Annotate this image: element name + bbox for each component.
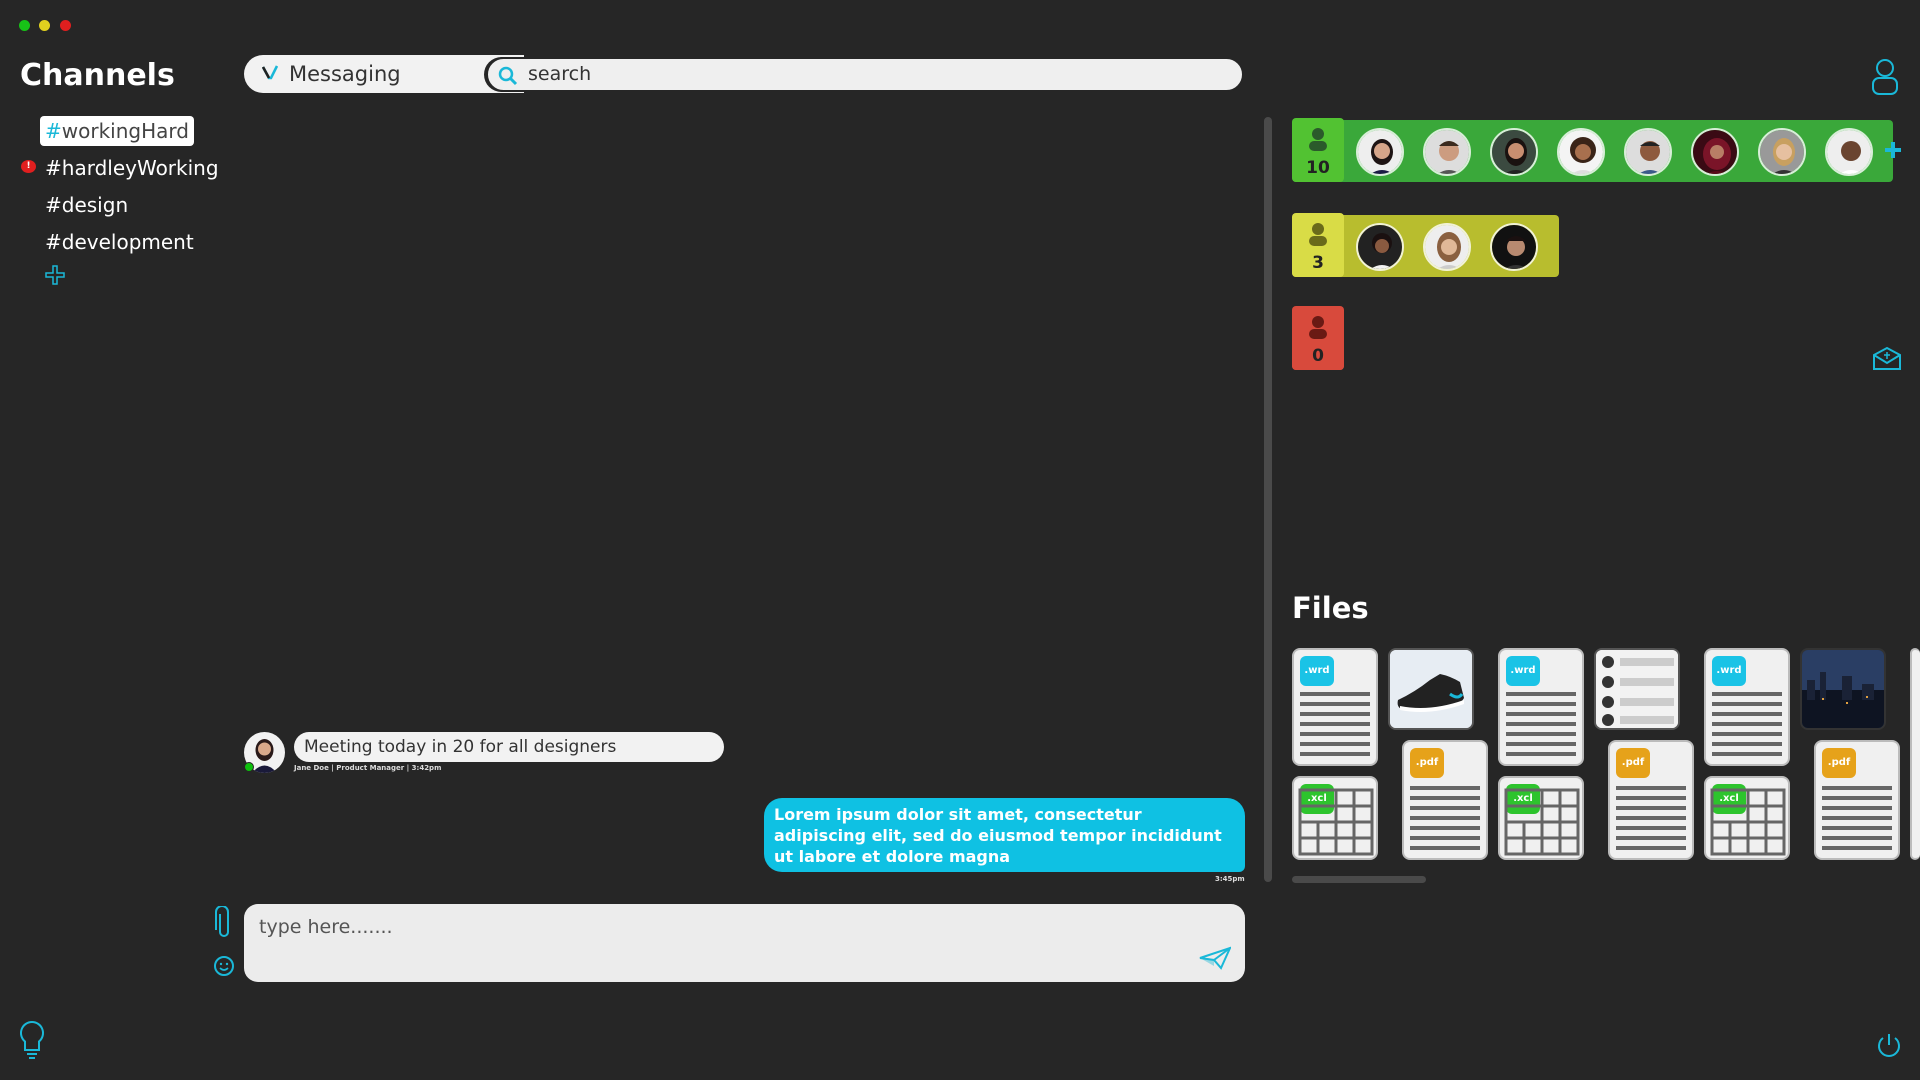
pdf-file[interactable]: .pdf	[1814, 740, 1900, 860]
excel-file[interactable]: .xcl	[1292, 776, 1378, 860]
v-logo-icon	[261, 64, 279, 84]
paperclip-icon[interactable]	[214, 905, 234, 944]
online-status-dot	[244, 762, 254, 772]
power-icon[interactable]	[1876, 1032, 1902, 1064]
files-scrollbar[interactable]	[1292, 876, 1426, 883]
files-title: Files	[1292, 591, 1369, 625]
channel-hardleyWorking[interactable]: #hardleyWorking	[40, 153, 224, 183]
file-partial[interactable]	[1910, 648, 1920, 860]
minimize-dot[interactable]	[39, 20, 50, 31]
avatar[interactable]	[1758, 128, 1806, 176]
online-count: 10	[1306, 158, 1330, 178]
outgoing-message: Lorem ipsum dolor sit amet, consectetur …	[764, 798, 1245, 872]
file-type-tag: .pdf	[1822, 748, 1856, 778]
file-type-tag: .pdf	[1616, 748, 1650, 778]
image-file-contacts[interactable]	[1594, 648, 1680, 730]
file-type-tag: .wrd	[1712, 656, 1746, 686]
image-file-city[interactable]	[1800, 648, 1886, 730]
message-time: 3:45pm	[1215, 875, 1245, 883]
avatar[interactable]	[1691, 128, 1739, 176]
channel-hash: #	[45, 193, 62, 217]
user-profile-icon[interactable]	[1870, 58, 1900, 100]
word-file[interactable]: .wrd	[1292, 648, 1378, 766]
search-placeholder: search	[528, 63, 592, 85]
file-type-tag: .wrd	[1300, 656, 1334, 686]
incoming-message: Meeting today in 20 for all designers	[294, 732, 724, 762]
plus-icon[interactable]	[44, 264, 66, 290]
avatar[interactable]	[1825, 128, 1873, 176]
avatar[interactable]	[1356, 128, 1404, 176]
avatar[interactable]	[1624, 128, 1672, 176]
offline-group: 0	[1292, 306, 1344, 370]
online-group: 10	[1292, 118, 1893, 182]
message-input[interactable]: type here.......	[244, 904, 1245, 982]
excel-file[interactable]: .xcl	[1704, 776, 1790, 860]
close-dot[interactable]	[60, 20, 71, 31]
chat-scrollbar[interactable]	[1264, 117, 1272, 882]
away-count: 3	[1312, 253, 1324, 273]
word-file[interactable]: .wrd	[1704, 648, 1790, 766]
avatar[interactable]	[1490, 223, 1538, 271]
channel-workingHard[interactable]: #workingHard	[40, 116, 194, 146]
search-input[interactable]: search	[486, 57, 1244, 92]
channel-design[interactable]: #design	[40, 190, 133, 220]
file-type-tag: .pdf	[1410, 748, 1444, 778]
channels-title: Channels	[20, 58, 175, 93]
offline-count: 0	[1312, 346, 1324, 366]
offline-count-badge[interactable]: 0	[1292, 306, 1344, 370]
channel-development[interactable]: #development	[40, 227, 199, 257]
channel-hash: #	[45, 119, 62, 143]
unread-badge: !	[21, 160, 36, 173]
word-file[interactable]: .wrd	[1498, 648, 1584, 766]
file-type-tag: .wrd	[1506, 656, 1540, 686]
app-label: Messaging	[244, 55, 524, 93]
excel-file[interactable]: .xcl	[1498, 776, 1584, 860]
maximize-dot[interactable]	[19, 20, 30, 31]
avatar[interactable]	[1557, 128, 1605, 176]
send-icon[interactable]	[1199, 946, 1232, 974]
avatar[interactable]	[1423, 128, 1471, 176]
channel-hash: #	[45, 156, 62, 180]
online-count-badge[interactable]: 10	[1292, 118, 1344, 182]
message-meta: Jane Doe | Product Manager | 3:42pm	[294, 764, 442, 772]
channel-hash: #	[45, 230, 62, 254]
channel-label: design	[61, 193, 129, 217]
pdf-file[interactable]: .pdf	[1402, 740, 1488, 860]
channel-label: workingHard	[61, 119, 189, 143]
add-member-icon[interactable]	[1884, 141, 1902, 163]
avatar[interactable]	[1423, 223, 1471, 271]
channel-label: hardleyWorking	[61, 156, 219, 180]
lightbulb-icon[interactable]	[18, 1020, 46, 1064]
image-file-sneaker[interactable]	[1388, 648, 1474, 730]
away-group: 3	[1292, 213, 1559, 277]
inbox-mail-icon[interactable]	[1872, 345, 1902, 375]
avatar[interactable]	[1356, 223, 1404, 271]
message-input-placeholder: type here.......	[259, 916, 393, 938]
search-icon	[498, 66, 518, 90]
pdf-file[interactable]: .pdf	[1608, 740, 1694, 860]
away-count-badge[interactable]: 3	[1292, 213, 1344, 277]
avatar[interactable]	[1490, 128, 1538, 176]
emoji-icon[interactable]	[213, 955, 235, 981]
channel-label: development	[61, 230, 194, 254]
